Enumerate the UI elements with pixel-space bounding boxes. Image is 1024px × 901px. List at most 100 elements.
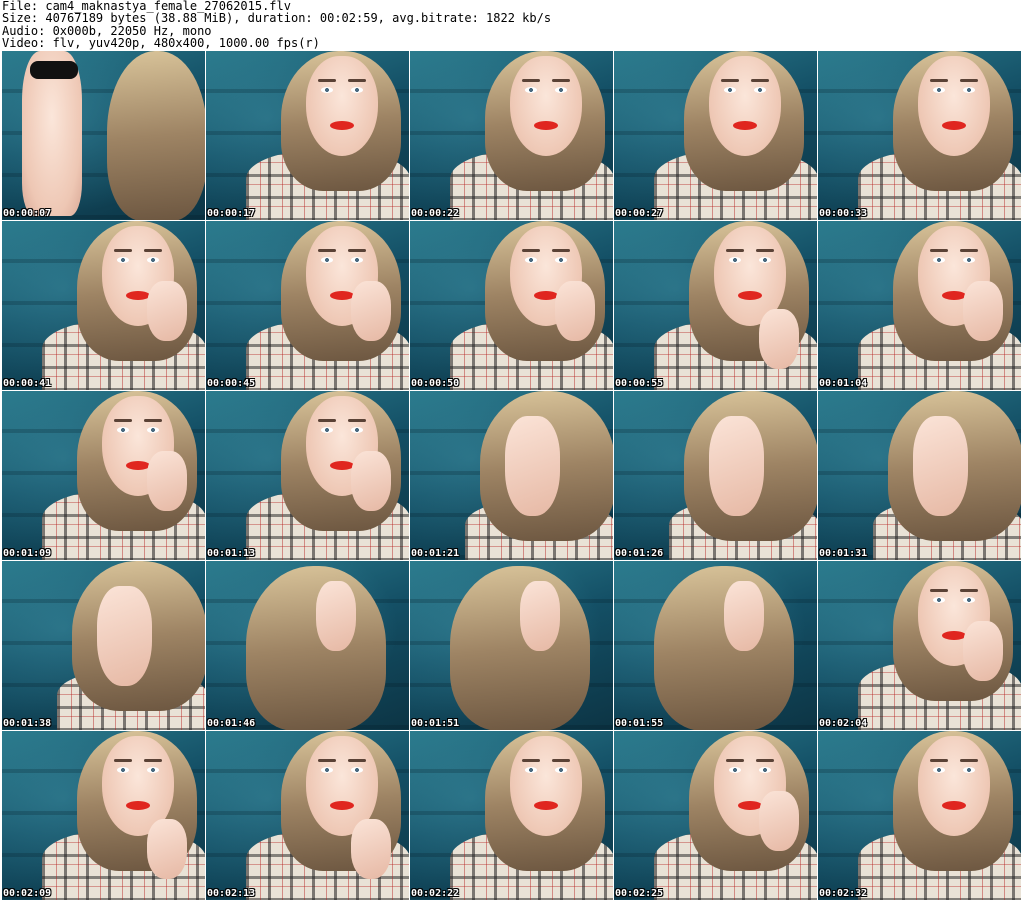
right-eye [147,427,159,433]
frame-image [818,561,1021,730]
frame-timestamp: 00:02:32 [819,888,868,899]
frame-image [206,731,409,900]
right-eye [555,767,567,773]
lips [330,461,354,470]
left-eyebrow [114,759,132,762]
hand [963,281,1003,341]
lips [126,291,150,300]
video-frame-thumbnail: 00:01:13 [206,391,410,561]
frame-timestamp: 00:01:55 [615,718,664,729]
left-eye [117,427,129,433]
lips [126,461,150,470]
face [510,736,582,836]
frame-timestamp: 00:02:09 [3,888,52,899]
right-eyebrow [144,249,162,252]
left-eyebrow [522,79,540,82]
right-eye [963,87,975,93]
left-eye [117,767,129,773]
video-frame-thumbnail: 00:01:51 [410,561,614,731]
hand [505,416,560,516]
left-eyebrow [726,759,744,762]
hand [520,581,560,651]
lips [330,801,354,810]
right-eye [147,767,159,773]
left-eyebrow [726,249,744,252]
right-eyebrow [751,79,769,82]
right-eyebrow [960,589,978,592]
frame-timestamp: 00:00:41 [3,378,52,389]
hand [759,791,799,851]
lips [733,121,757,130]
right-eye [759,767,771,773]
video-frame-thumbnail: 00:00:17 [206,51,410,221]
right-eyebrow [960,759,978,762]
right-eye [963,257,975,263]
frame-image [2,391,205,560]
left-eye [933,597,945,603]
frame-image [614,731,817,900]
hand [555,281,595,341]
frame-timestamp: 00:01:21 [411,548,460,559]
right-eye [351,257,363,263]
frame-image [818,391,1021,560]
hand [351,819,391,879]
left-eye [321,767,333,773]
right-eyebrow [348,79,366,82]
video-frame-thumbnail: 00:00:33 [818,51,1022,221]
right-eyebrow [348,759,366,762]
left-eye [525,767,537,773]
lips [942,121,966,130]
frame-timestamp: 00:01:51 [411,718,460,729]
frame-image [614,391,817,560]
frame-image [818,731,1021,900]
left-eye [933,87,945,93]
video-frame-thumbnail: 00:01:04 [818,221,1022,391]
left-eyebrow [318,419,336,422]
video-frame-thumbnail: 00:00:55 [614,221,818,391]
frame-timestamp: 00:01:46 [207,718,256,729]
video-frame-thumbnail: 00:00:41 [2,221,206,391]
frame-image [410,561,613,730]
video-frame-thumbnail: 00:02:09 [2,731,206,901]
left-eyebrow [114,419,132,422]
left-eye [933,767,945,773]
video-frame-thumbnail: 00:01:38 [2,561,206,731]
face [510,56,582,156]
video-frame-thumbnail: 00:01:21 [410,391,614,561]
hand [351,281,391,341]
video-frame-thumbnail: 00:01:09 [2,391,206,561]
right-eye [759,257,771,263]
file-size-line: Size: 40767189 bytes (38.88 MiB), durati… [2,11,552,26]
frame-image [206,221,409,390]
right-eyebrow [552,249,570,252]
hand [147,819,187,879]
left-eye [525,87,537,93]
lips [942,801,966,810]
frame-image [206,51,409,220]
thumbnail-grid: 00:00:07 00:00:17 00:00:22 00:00:27 00:00:33… [2,51,1022,901]
right-eye [963,597,975,603]
video-frame-thumbnail: 00:02:13 [206,731,410,901]
left-eyebrow [318,79,336,82]
frame-timestamp: 00:00:45 [207,378,256,389]
video-frame-thumbnail: 00:02:04 [818,561,1022,731]
video-frame-thumbnail: 00:00:45 [206,221,410,391]
hand [147,451,187,511]
lips [330,291,354,300]
right-eye [963,767,975,773]
frame-timestamp: 00:02:22 [411,888,460,899]
frame-image [2,221,205,390]
frame-image [614,51,817,220]
lips [534,291,558,300]
frame-image [206,561,409,730]
right-eyebrow [144,759,162,762]
left-eye [729,257,741,263]
hand [351,451,391,511]
left-eyebrow [930,79,948,82]
face [918,56,990,156]
left-eyebrow [930,589,948,592]
hand [913,416,968,516]
left-eye [117,257,129,263]
face [709,56,781,156]
frame-image [2,731,205,900]
